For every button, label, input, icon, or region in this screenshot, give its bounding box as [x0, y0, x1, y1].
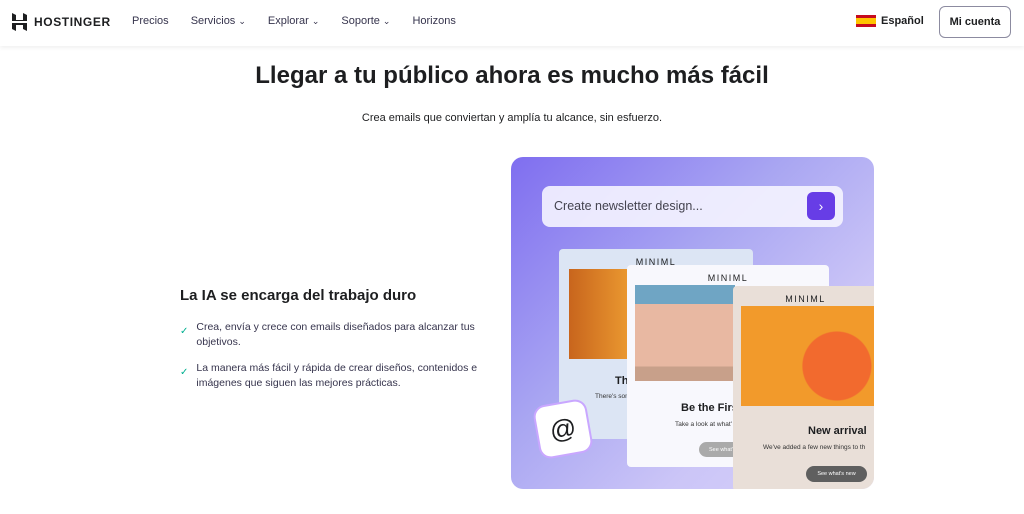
spain-flag-icon [856, 15, 876, 27]
card-text: Take a look at what' [675, 421, 732, 428]
house-image [635, 285, 735, 381]
top-nav: HOSTINGER Precios Servicios ⌄ Explorar ⌄ S… [0, 0, 1024, 46]
prompt-text: Create newsletter design... [554, 199, 703, 213]
page-title: Llegar a tu público ahora es mucho más f… [255, 62, 769, 89]
chevron-down-icon: ⌄ [382, 16, 391, 26]
nav-explorar[interactable]: Explorar ⌄ [268, 15, 320, 27]
check-icon: ✓ [180, 367, 189, 378]
chevron-down-icon: ⌄ [311, 16, 320, 26]
hostinger-logo[interactable]: HOSTINGER [12, 13, 111, 31]
feature-text: Crea, envía y crece con emails diseñados… [196, 321, 475, 348]
feature-item: ✓ Crea, envía y crece con emails diseñado… [180, 320, 480, 350]
page-subtitle: Crea emails que conviertan y amplía tu a… [361, 112, 663, 124]
account-button[interactable]: Mi cuenta [939, 6, 1011, 38]
card-title: Be the Firs [681, 402, 738, 414]
nav-soporte[interactable]: Soporte ⌄ [341, 15, 390, 27]
language-label: Español [881, 15, 924, 27]
check-icon: ✓ [180, 326, 189, 337]
nav-horizons[interactable]: Horizons [412, 15, 455, 27]
submit-arrow-icon[interactable]: › [807, 192, 835, 220]
nav-servicios[interactable]: Servicios ⌄ [191, 15, 246, 27]
hostinger-logo-icon [12, 13, 27, 31]
feature-text: La manera más fácil y rápida de crear di… [196, 362, 478, 389]
card-brand: MINIML [707, 273, 749, 283]
card-button: See what's new [806, 466, 867, 482]
language-selector[interactable]: Español [856, 15, 924, 27]
feature-title: La IA se encarga del trabajo duro [180, 287, 417, 304]
brand-name: HOSTINGER [34, 15, 111, 29]
hero-illustration: Create newsletter design... › MINIML Th T… [511, 157, 874, 489]
newsletter-card: MINIML New arrival We've added a few new… [733, 286, 874, 489]
card-text: We've added a few new things to th [763, 444, 866, 451]
card-title: New arrival [808, 425, 867, 437]
prompt-input[interactable]: Create newsletter design... › [542, 186, 843, 227]
at-sign-icon: @ [534, 400, 592, 458]
feature-item: ✓ La manera más fácil y rápida de crear d… [180, 361, 480, 391]
nav-label: Servicios [190, 15, 236, 27]
nav-label: Explorar [267, 15, 309, 27]
nav-precios[interactable]: Precios [132, 15, 169, 27]
nav-label: Soporte [341, 15, 380, 27]
chevron-down-icon: ⌄ [238, 16, 246, 26]
model-image [741, 306, 874, 406]
card-brand: MINIML [785, 294, 826, 304]
